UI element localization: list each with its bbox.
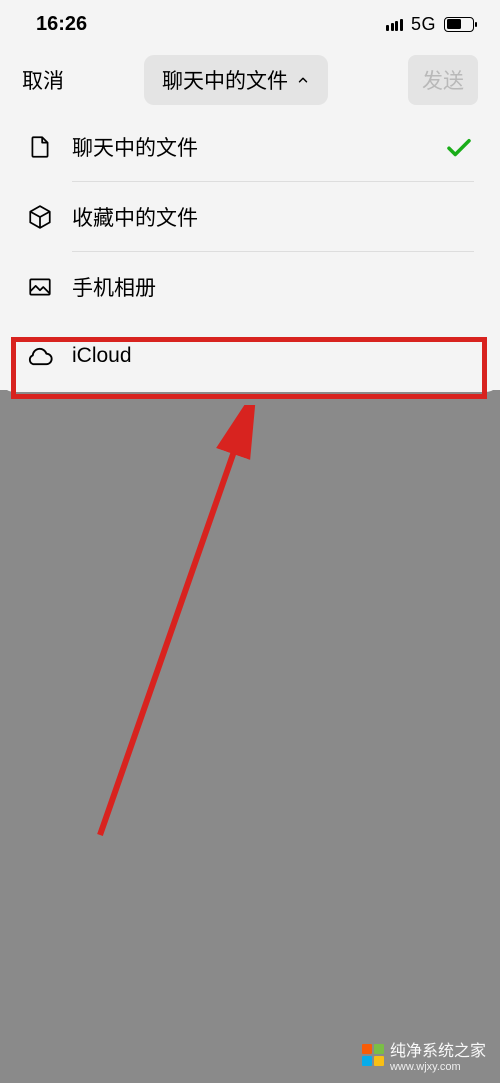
menu-item-photos[interactable]: 手机相册 xyxy=(0,252,500,322)
source-menu: 聊天中的文件 收藏中的文件 手机相册 iCloud xyxy=(0,112,500,390)
menu-item-label: iCloud xyxy=(72,344,474,368)
status-right: 5G xyxy=(386,14,474,35)
annotation-arrow xyxy=(80,405,280,845)
menu-item-label: 手机相册 xyxy=(72,272,474,302)
check-icon xyxy=(444,132,474,162)
signal-icon xyxy=(386,17,403,31)
image-icon xyxy=(26,273,54,301)
cloud-icon xyxy=(26,342,54,370)
chevron-up-icon xyxy=(296,73,310,87)
menu-item-label: 收藏中的文件 xyxy=(72,202,474,232)
watermark-logo-icon xyxy=(362,1044,384,1066)
source-dropdown[interactable]: 聊天中的文件 xyxy=(144,55,328,105)
file-icon xyxy=(26,133,54,161)
cube-icon xyxy=(26,203,54,231)
source-dropdown-label: 聊天中的文件 xyxy=(162,65,288,95)
watermark: 纯净系统之家 www.wjxy.com xyxy=(362,1037,486,1073)
picker-sheet: 16:26 5G 取消 聊天中的文件 发送 聊天中的文件 xyxy=(0,0,500,392)
cancel-button[interactable]: 取消 xyxy=(22,65,64,95)
menu-item-icloud[interactable]: iCloud xyxy=(0,322,500,390)
send-button[interactable]: 发送 xyxy=(408,55,478,105)
battery-icon xyxy=(444,17,474,32)
watermark-url: www.wjxy.com xyxy=(390,1061,486,1073)
menu-item-label: 聊天中的文件 xyxy=(72,132,444,162)
watermark-text: 纯净系统之家 xyxy=(390,1037,486,1061)
status-bar: 16:26 5G xyxy=(0,0,500,48)
network-label: 5G xyxy=(411,14,436,35)
menu-item-favorites[interactable]: 收藏中的文件 xyxy=(0,182,500,252)
menu-item-chat-files[interactable]: 聊天中的文件 xyxy=(0,112,500,182)
status-time: 16:26 xyxy=(36,13,87,36)
picker-header: 取消 聊天中的文件 发送 xyxy=(0,48,500,112)
